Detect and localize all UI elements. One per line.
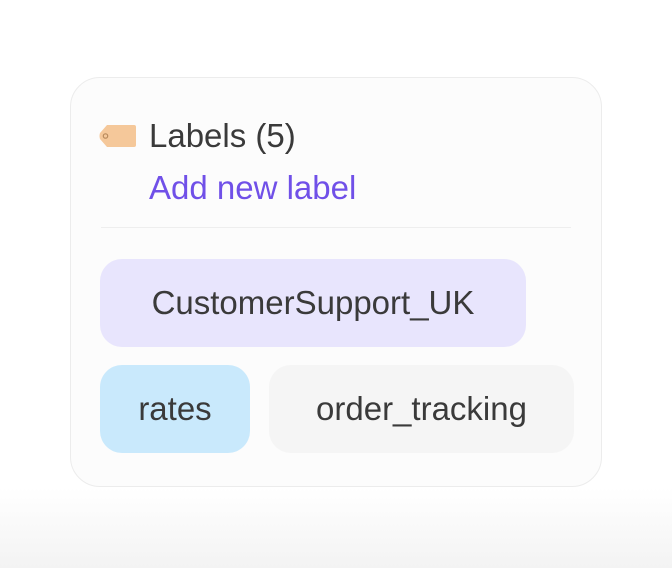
label-chip-order-tracking[interactable]: order_tracking	[269, 365, 574, 453]
add-new-label-link[interactable]: Add new label	[149, 168, 356, 208]
labels-title: Labels (5)	[149, 117, 296, 154]
label-chip-rates[interactable]: rates	[100, 365, 250, 453]
label-chip-customersupport-uk[interactable]: CustomerSupport_UK	[100, 259, 526, 347]
labels-card: Labels (5) Add new label CustomerSupport…	[70, 77, 602, 487]
divider	[101, 227, 571, 228]
tag-icon	[99, 124, 137, 148]
labels-header: Labels (5)	[99, 116, 296, 156]
